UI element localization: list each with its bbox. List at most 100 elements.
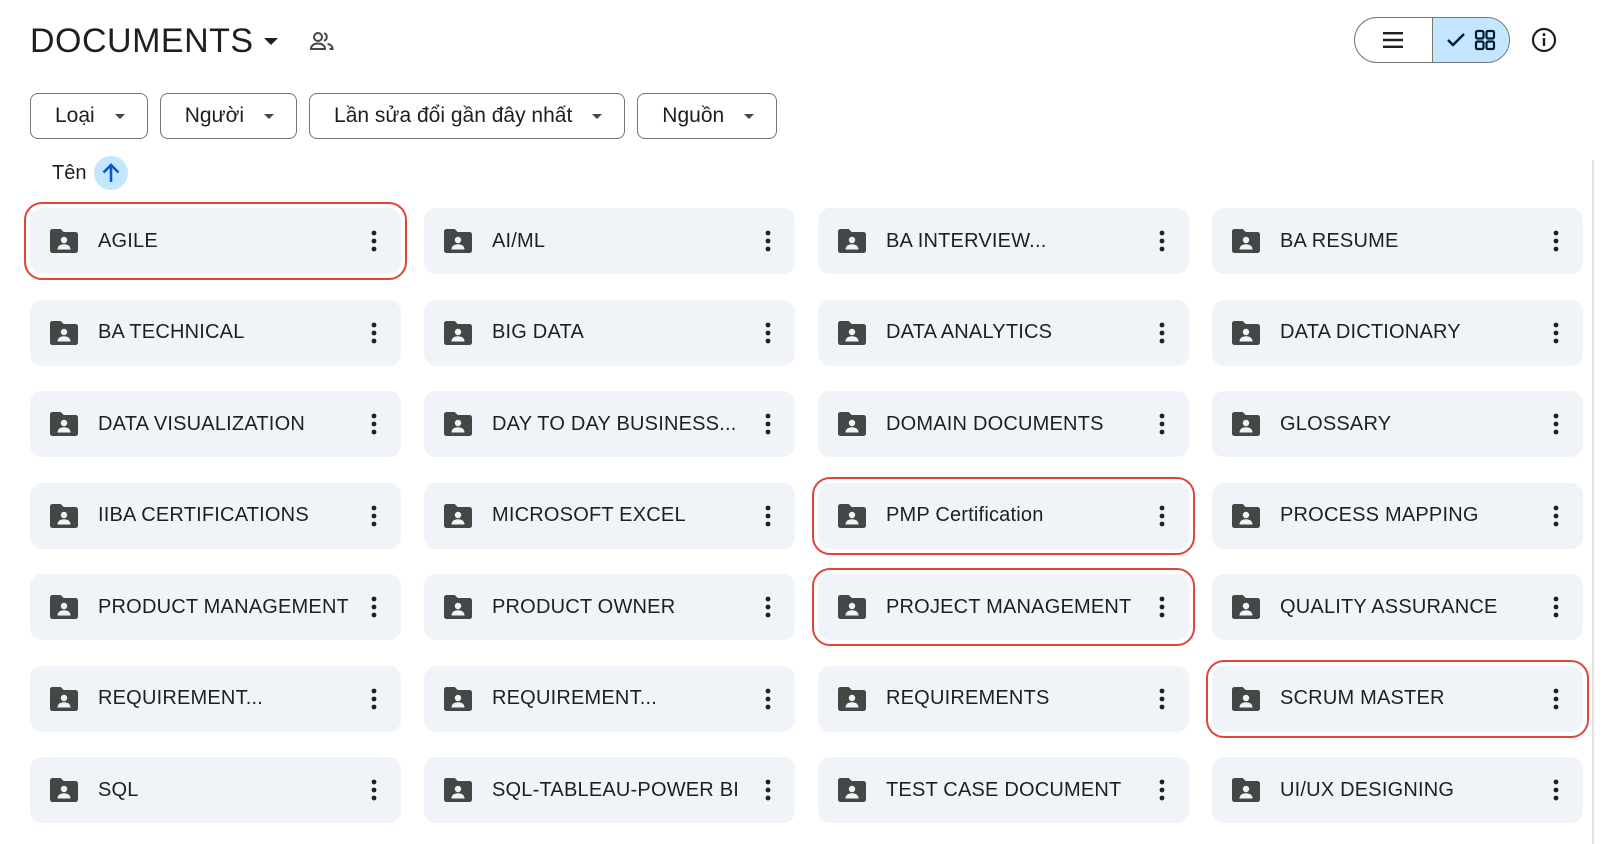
- shared-folder-icon: [1230, 503, 1262, 529]
- folder-card[interactable]: REQUIREMENTS: [818, 665, 1189, 732]
- more-actions-icon[interactable]: [757, 226, 779, 256]
- more-actions-icon[interactable]: [1151, 226, 1173, 256]
- folder-name: DATA DICTIONARY: [1280, 321, 1461, 343]
- page-title[interactable]: DOCUMENTS: [30, 22, 254, 61]
- folder-name: PRODUCT OWNER: [492, 595, 676, 618]
- more-actions-icon[interactable]: [363, 501, 385, 531]
- folder-card[interactable]: AI/ML: [424, 208, 795, 274]
- folder-name: IIBA CERTIFICATIONS: [98, 504, 309, 526]
- folder-card[interactable]: GLOSSARY: [1212, 391, 1583, 457]
- folder-card[interactable]: DOMAIN DOCUMENTS: [818, 391, 1189, 457]
- arrow-up-icon: [103, 163, 120, 182]
- chevron-down-icon: [744, 113, 755, 119]
- folder-card[interactable]: PMP Certification: [812, 476, 1195, 555]
- chevron-down-icon: [592, 113, 603, 119]
- folder-card[interactable]: QUALITY ASSURANCE: [1212, 574, 1583, 640]
- folder-name: DAY TO DAY BUSINESS...: [492, 412, 737, 435]
- folder-name: SQL-TABLEAU-POWER BI: [492, 778, 740, 801]
- shared-people-icon[interactable]: [308, 27, 336, 55]
- more-actions-icon[interactable]: [757, 592, 779, 622]
- more-actions-icon[interactable]: [363, 318, 385, 348]
- shared-folder-icon: [1230, 594, 1262, 620]
- more-actions-icon[interactable]: [363, 409, 385, 439]
- more-actions-icon[interactable]: [757, 318, 779, 348]
- folder-card[interactable]: DAY TO DAY BUSINESS...: [424, 391, 795, 457]
- folder-name: AI/ML: [492, 229, 546, 252]
- folder-name: PMP Certification: [886, 504, 1044, 526]
- folder-card[interactable]: BA INTERVIEW...: [818, 208, 1189, 274]
- folder-card[interactable]: MICROSOFT EXCEL: [424, 482, 795, 549]
- folder-card[interactable]: BIG DATA: [424, 299, 795, 366]
- folder-name: PROCESS MAPPING: [1280, 504, 1479, 526]
- more-actions-icon[interactable]: [1545, 318, 1567, 348]
- shared-folder-icon: [836, 503, 868, 529]
- filter-type-chip[interactable]: Loại: [30, 93, 148, 139]
- folder-name: QUALITY ASSURANCE: [1280, 595, 1498, 618]
- more-actions-icon[interactable]: [757, 409, 779, 439]
- title-dropdown-caret-icon[interactable]: [263, 37, 278, 45]
- folder-card[interactable]: SQL: [30, 757, 401, 823]
- folder-card[interactable]: REQUIREMENT...: [30, 665, 401, 732]
- folder-card[interactable]: REQUIREMENT...: [424, 665, 795, 732]
- folder-card[interactable]: SCRUM MASTER: [1206, 659, 1589, 738]
- filter-source-label: Nguồn: [662, 104, 725, 127]
- sort-direction-button[interactable]: [94, 156, 129, 190]
- more-actions-icon[interactable]: [1151, 775, 1173, 805]
- folder-card[interactable]: PROJECT MANAGEMENT: [812, 568, 1195, 646]
- folder-card[interactable]: PRODUCT MANAGEMENT: [30, 574, 401, 640]
- folder-card[interactable]: UI/UX DESIGNING: [1212, 757, 1583, 823]
- folder-name: GLOSSARY: [1280, 412, 1392, 435]
- more-actions-icon[interactable]: [1545, 501, 1567, 531]
- shared-folder-icon: [48, 411, 80, 437]
- more-actions-icon[interactable]: [757, 775, 779, 805]
- shared-folder-icon: [836, 411, 868, 437]
- grid-view-button[interactable]: [1431, 18, 1509, 62]
- more-actions-icon[interactable]: [1151, 409, 1173, 439]
- shared-folder-icon: [1230, 228, 1262, 254]
- filter-source-chip[interactable]: Nguồn: [637, 93, 778, 139]
- folder-card[interactable]: BA TECHNICAL: [30, 299, 401, 366]
- more-actions-icon[interactable]: [1545, 684, 1567, 714]
- folder-name: BA INTERVIEW...: [886, 229, 1047, 252]
- more-actions-icon[interactable]: [1151, 318, 1173, 348]
- folder-card[interactable]: BA RESUME: [1212, 208, 1583, 274]
- more-actions-icon[interactable]: [1545, 592, 1567, 622]
- list-view-button[interactable]: [1355, 18, 1432, 62]
- filter-modified-label: Lần sửa đổi gần đây nhất: [334, 104, 573, 127]
- details-button[interactable]: [1530, 26, 1558, 54]
- more-actions-icon[interactable]: [363, 226, 385, 256]
- folder-name: AGILE: [98, 229, 158, 252]
- folder-card[interactable]: IIBA CERTIFICATIONS: [30, 482, 401, 549]
- filter-modified-chip[interactable]: Lần sửa đổi gần đây nhất: [309, 93, 626, 139]
- shared-folder-icon: [442, 686, 474, 712]
- more-actions-icon[interactable]: [1545, 409, 1567, 439]
- more-actions-icon[interactable]: [1151, 684, 1173, 714]
- folder-card[interactable]: AGILE: [24, 202, 407, 280]
- more-actions-icon[interactable]: [1151, 501, 1173, 531]
- more-actions-icon[interactable]: [1545, 226, 1567, 256]
- more-actions-icon[interactable]: [1151, 592, 1173, 622]
- more-actions-icon[interactable]: [1545, 775, 1567, 805]
- folder-name: DATA ANALYTICS: [886, 321, 1053, 343]
- folder-card[interactable]: DATA DICTIONARY: [1212, 299, 1583, 366]
- scrollbar-track[interactable]: [1592, 160, 1594, 844]
- more-actions-icon[interactable]: [363, 684, 385, 714]
- folder-card[interactable]: SQL-TABLEAU-POWER BI: [424, 757, 795, 823]
- folder-card[interactable]: PROCESS MAPPING: [1212, 482, 1583, 549]
- folder-card[interactable]: DATA VISUALIZATION: [30, 391, 401, 457]
- more-actions-icon[interactable]: [757, 501, 779, 531]
- filter-people-chip[interactable]: Người: [159, 93, 298, 139]
- folder-card[interactable]: PRODUCT OWNER: [424, 574, 795, 640]
- folder-name: REQUIREMENTS: [886, 687, 1050, 709]
- folder-name: MICROSOFT EXCEL: [492, 504, 686, 526]
- info-icon: [1531, 27, 1557, 53]
- more-actions-icon[interactable]: [363, 592, 385, 622]
- folder-name: TEST CASE DOCUMENT: [886, 778, 1122, 801]
- folder-card[interactable]: TEST CASE DOCUMENT: [818, 757, 1189, 823]
- shared-folder-icon: [48, 503, 80, 529]
- folder-card[interactable]: DATA ANALYTICS: [818, 299, 1189, 366]
- more-actions-icon[interactable]: [363, 775, 385, 805]
- sort-name-label[interactable]: Tên: [52, 162, 86, 185]
- more-actions-icon[interactable]: [757, 684, 779, 714]
- shared-folder-icon: [442, 777, 474, 803]
